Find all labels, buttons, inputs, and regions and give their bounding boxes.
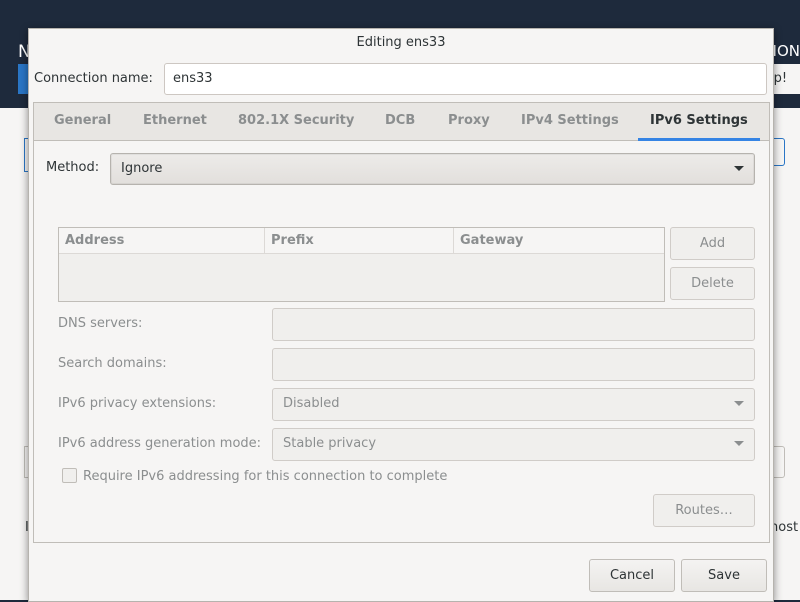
- method-label: Method:: [46, 160, 100, 175]
- column-prefix[interactable]: Prefix: [264, 228, 453, 253]
- address-generation-mode-dropdown[interactable]: Stable privacy: [272, 428, 755, 461]
- method-dropdown[interactable]: Ignore: [110, 153, 755, 185]
- cancel-button[interactable]: Cancel: [589, 559, 675, 592]
- edit-connection-dialog: Editing ens33 Connection name: ens33 Gen…: [28, 28, 774, 602]
- routes-button[interactable]: Routes…: [653, 494, 755, 527]
- connection-name-label: Connection name:: [34, 71, 153, 86]
- chevron-down-icon: [734, 401, 744, 406]
- dns-servers-label: DNS servers:: [58, 316, 143, 331]
- background-button-fragment: [18, 64, 28, 94]
- chevron-down-icon: [734, 166, 744, 171]
- tab-dcb[interactable]: DCB: [385, 103, 415, 140]
- tab-ipv6-settings[interactable]: IPv6 Settings: [638, 103, 760, 141]
- background-text-fragment: host: [770, 520, 799, 535]
- settings-notebook: General Ethernet 802.1X Security DCB Pro…: [33, 102, 770, 543]
- address-generation-mode-label: IPv6 address generation mode:: [58, 436, 262, 451]
- delete-address-button[interactable]: Delete: [670, 267, 755, 300]
- search-domains-label: Search domains:: [58, 356, 167, 371]
- tab-ipv4-settings[interactable]: IPv4 Settings: [521, 103, 619, 140]
- tab-general[interactable]: General: [54, 103, 111, 140]
- address-generation-mode-value: Stable privacy: [283, 436, 377, 451]
- require-ipv6-checkbox[interactable]: [62, 468, 77, 483]
- method-value: Ignore: [121, 161, 163, 176]
- privacy-extensions-value: Disabled: [283, 396, 340, 411]
- dialog-title: Editing ens33: [356, 35, 446, 50]
- column-address[interactable]: Address: [59, 228, 264, 253]
- add-address-button[interactable]: Add: [670, 227, 755, 260]
- addresses-table-header: Address Prefix Gateway: [59, 228, 664, 254]
- require-ipv6-label: Require IPv6 addressing for this connect…: [83, 469, 448, 484]
- dns-servers-input[interactable]: [272, 308, 755, 341]
- tab-8021x-security[interactable]: 802.1X Security: [238, 103, 354, 140]
- privacy-extensions-label: IPv6 privacy extensions:: [58, 396, 217, 411]
- addresses-table[interactable]: Address Prefix Gateway: [58, 227, 665, 302]
- require-ipv6-row[interactable]: Require IPv6 addressing for this connect…: [62, 468, 447, 484]
- tab-proxy[interactable]: Proxy: [448, 103, 490, 140]
- column-gateway[interactable]: Gateway: [453, 228, 664, 253]
- tab-bar: General Ethernet 802.1X Security DCB Pro…: [34, 103, 769, 141]
- search-domains-input[interactable]: [272, 348, 755, 381]
- tab-ethernet[interactable]: Ethernet: [143, 103, 207, 140]
- save-button[interactable]: Save: [681, 559, 767, 592]
- chevron-down-icon: [734, 441, 744, 446]
- privacy-extensions-dropdown[interactable]: Disabled: [272, 388, 755, 421]
- connection-name-input[interactable]: ens33: [164, 63, 767, 95]
